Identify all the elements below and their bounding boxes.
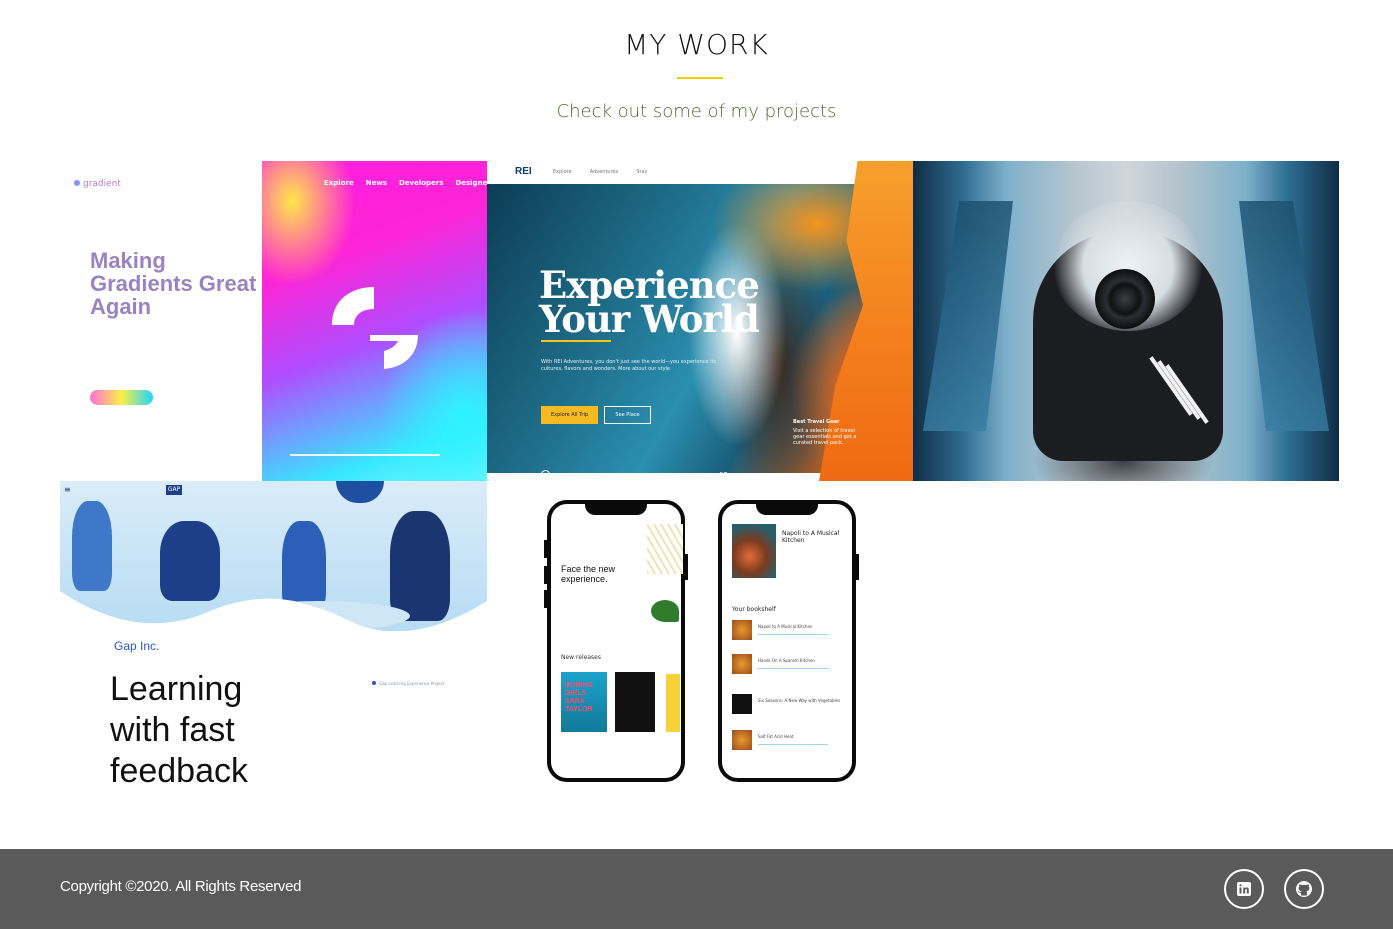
list-item: Hands On A Spanish Kitchen [732,654,842,676]
gradient-slider-bar [290,454,440,456]
page-subtitle: Check out some of my projects [556,101,837,122]
phone-power-button [685,554,688,580]
rei-slide-counter: 02 [719,471,728,479]
illustration-table [230,601,410,631]
gap-brand: Gap Inc. [114,639,160,653]
rei-headline: Experience Your World [539,263,760,341]
gap-note: Gap Learning Experience Project [372,681,444,687]
phone1-section: New releases [561,654,601,661]
project-headline: Making Gradients Great Again [90,248,257,319]
phone2-featured-title: Napoli to A Musical Kitchen [782,530,840,544]
illustration-person [160,521,220,601]
phone-notch [585,503,647,515]
project-tile-gap[interactable]: ≡ GAP Gap Inc. Learning with fast feedba… [60,481,487,801]
gap-logo: GAP [166,485,182,495]
rei-body-text: With REI Adventures, you don't just see … [541,359,717,372]
list-item: Six Seasons: A New Way with Vegetables [732,694,842,716]
rei-topbar: REI Explore Adventures Stay [487,161,897,184]
gap-headline: Learning with fast feedback [110,670,248,790]
book-cover [666,674,680,732]
linkedin-icon [1237,882,1251,896]
featured-book-cover [732,524,776,578]
copyright-text: Copyright ©2020. All Rights Reserved [60,878,302,895]
rei-explore-button: Explore All Trip [541,406,598,424]
gradient-nav: ExploreNewsDevelopersDesigners [324,179,487,187]
gradient-logo: gradient [74,179,121,189]
list-item: Napoli to A Musical Kitchen [732,620,842,642]
project-tile-book-app[interactable]: Face the new experience. New releases BO… [487,481,913,801]
list-item: Salt Fat Acid Heat [732,730,842,752]
gap-illustration [60,481,487,631]
book-cover: BORING GIRLS SARA TAYLOR [561,672,607,732]
phone-mockup-2: Napoli to A Musical Kitchen Your bookshe… [718,500,859,782]
decorative-pattern [647,524,683,574]
book-cover [615,672,655,732]
menu-icon: ≡ [64,485,71,494]
project-tile-photographer[interactable] [913,161,1339,481]
phone-mockup-1: Face the new experience. New releases BO… [544,500,688,782]
phone-power-button [856,554,859,580]
escalator-right [1239,201,1329,431]
phone2-section: Your bookshelf [732,606,776,613]
phone-side-button [544,566,547,584]
title-underline [677,77,723,79]
rei-travel-card: Best Travel Gear Visit a selection of tr… [793,419,857,446]
site-footer: Copyright ©2020. All Rights Reserved [0,849,1393,929]
project-tile-rei[interactable]: REI Explore Adventures Stay Experience You… [487,161,913,481]
gradient-logo-glyph-icon [332,287,418,369]
rei-nav: Explore Adventures Stay [553,169,648,175]
gradient-cta-button [90,390,153,405]
project-tile-gradients[interactable]: gradient Making Gradients Great Again Ex… [60,161,487,481]
github-icon [1296,881,1312,897]
phone-side-button [544,590,547,608]
linkedin-link[interactable] [1224,869,1264,909]
page-title: MY WORK [624,28,769,61]
illustration-person [282,521,326,611]
play-icon [541,470,550,479]
illustration-person [72,501,112,591]
github-link[interactable] [1284,869,1324,909]
gradient-artwork: ExploreNewsDevelopersDesigners [262,161,487,481]
illustration-person [390,511,450,621]
rei-headline-rule [541,340,611,342]
plant-icon [651,600,679,622]
camera-lens-icon [1095,269,1155,329]
phone-notch [756,503,818,515]
phone1-headline: Face the new experience. [561,564,616,584]
phone-side-button [544,540,547,558]
rei-logo: REI [515,166,532,177]
escalator-left [923,201,1013,431]
rei-see-place-button: See Place [604,406,651,424]
